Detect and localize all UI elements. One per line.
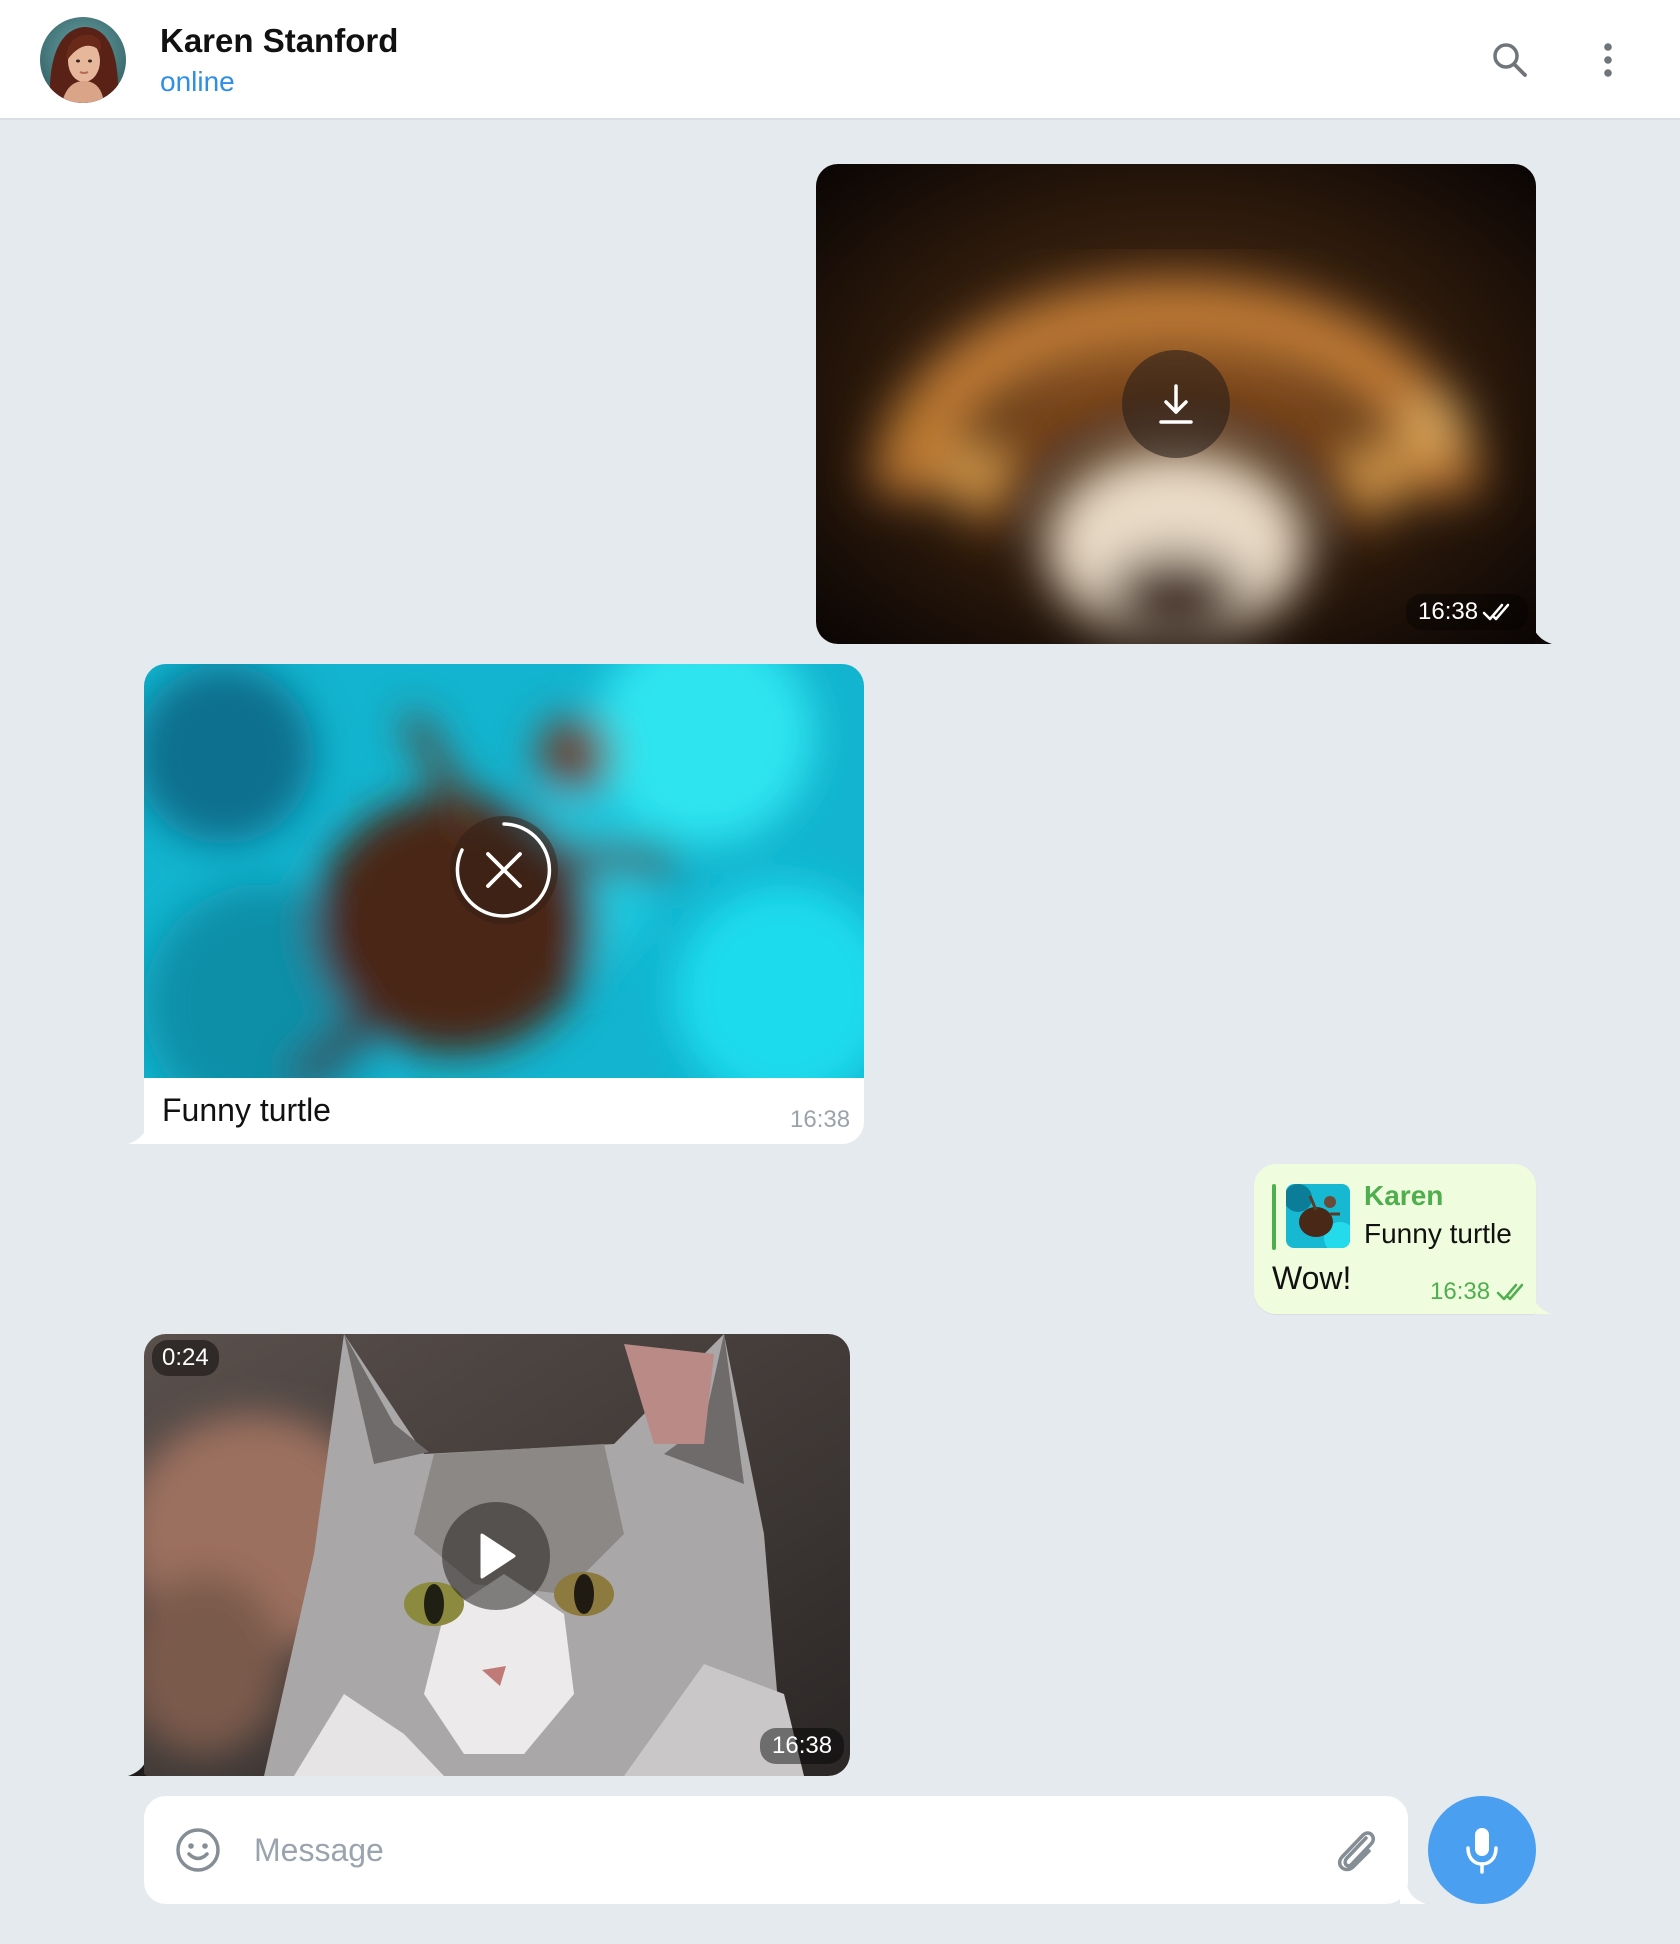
- reply-author: Karen: [1364, 1180, 1444, 1211]
- photo-preview[interactable]: 16:38: [816, 164, 1536, 644]
- cancel-icon: [455, 822, 552, 918]
- composer-tail: [1400, 1874, 1426, 1904]
- message-outgoing-photo[interactable]: 16:38: [816, 164, 1552, 644]
- reply-preview[interactable]: Karen Funny turtle: [1272, 1180, 1522, 1252]
- emoji-button[interactable]: [174, 1826, 222, 1874]
- message-incoming-video[interactable]: 0:24 16:38: [128, 1334, 850, 1776]
- message-outgoing-reply[interactable]: Karen Funny turtle Wow! 16:38: [1254, 1164, 1552, 1314]
- play-icon: [480, 1533, 516, 1579]
- message-composer: [144, 1796, 1426, 1904]
- bubble-body: Karen Funny turtle Wow! 16:38: [1254, 1164, 1536, 1314]
- double-check-icon: [1482, 603, 1510, 621]
- time-label: 16:38: [1430, 1278, 1491, 1305]
- more-vertical-icon[interactable]: [1580, 32, 1636, 88]
- photo-caption: Funny turtle: [162, 1092, 331, 1128]
- message-time: 16:38: [1430, 1278, 1530, 1306]
- video-duration: 0:24: [152, 1340, 219, 1376]
- reply-text: Funny turtle: [1364, 1218, 1512, 1249]
- photo-preview[interactable]: [144, 664, 864, 1078]
- reply-thumbnail: [1286, 1184, 1350, 1248]
- microphone-icon: [1466, 1828, 1498, 1874]
- message-incoming-photo[interactable]: Funny turtle 16:38: [128, 664, 864, 1144]
- search-icon[interactable]: [1482, 32, 1538, 88]
- double-check-icon: [1496, 1283, 1524, 1301]
- voice-record-button[interactable]: [1428, 1796, 1536, 1904]
- attach-button[interactable]: [1332, 1824, 1380, 1876]
- message-input[interactable]: [252, 1820, 1252, 1880]
- time-label: 16:38: [1418, 598, 1479, 625]
- message-time: 16:38: [1406, 594, 1529, 630]
- avatar[interactable]: [40, 17, 126, 103]
- contact-status: online: [160, 66, 235, 97]
- reply-bar: [1272, 1184, 1276, 1250]
- emoji-icon: [176, 1828, 220, 1872]
- message-time: 16:38: [790, 1106, 851, 1133]
- chat-header: Karen Stanford online: [0, 0, 1680, 120]
- play-button[interactable]: [442, 1502, 550, 1610]
- download-button[interactable]: [1122, 350, 1230, 458]
- download-icon: [1159, 384, 1193, 424]
- message-time: 16:38: [760, 1728, 845, 1764]
- cancel-download-button[interactable]: [450, 816, 558, 924]
- bubble-body: Funny turtle 16:38: [144, 664, 864, 1144]
- contact-name[interactable]: Karen Stanford: [160, 22, 398, 60]
- video-preview[interactable]: 0:24 16:38: [144, 1334, 850, 1776]
- message-text: Wow!: [1272, 1260, 1352, 1296]
- attach-icon: [1337, 1831, 1375, 1872]
